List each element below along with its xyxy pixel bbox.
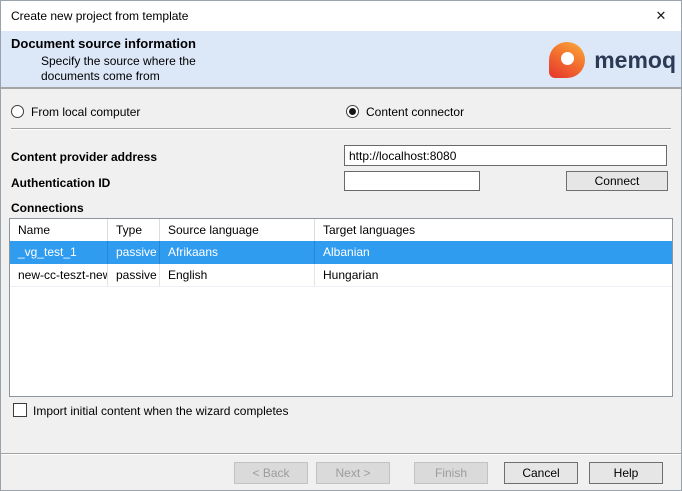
- table-header-row: Name Type Source language Target languag…: [10, 219, 672, 241]
- back-button[interactable]: < Back: [234, 462, 308, 484]
- radio-from-local-computer-label[interactable]: From local computer: [31, 106, 140, 119]
- memoq-q-icon: [549, 42, 585, 78]
- cell-source-language[interactable]: Afrikaans: [160, 241, 315, 264]
- cell-type[interactable]: passive: [108, 241, 160, 264]
- table-row[interactable]: _vg_test_1 passive Afrikaans Albanian: [10, 241, 672, 264]
- dialog-window: Create new project from template ✕ Docum…: [0, 0, 682, 491]
- column-header-type[interactable]: Type: [108, 219, 160, 241]
- window-title: Create new project from template: [11, 9, 188, 23]
- connections-table[interactable]: Name Type Source language Target languag…: [9, 218, 673, 397]
- section-divider-top: [11, 128, 671, 129]
- column-header-target-languages[interactable]: Target languages: [315, 219, 672, 241]
- content-provider-address-label: Content provider address: [11, 150, 157, 164]
- column-header-source-language[interactable]: Source language: [160, 219, 315, 241]
- finish-button[interactable]: Finish: [414, 462, 488, 484]
- connect-button[interactable]: Connect: [566, 171, 668, 191]
- cell-target-languages[interactable]: Hungarian: [315, 264, 672, 286]
- table-row[interactable]: new-cc-teszt-new passive English Hungari…: [10, 264, 672, 287]
- section-divider-bottom: [1, 453, 681, 454]
- authentication-id-label: Authentication ID: [11, 176, 110, 190]
- import-initial-content-checkbox[interactable]: [13, 403, 27, 417]
- memoq-logo-text: memoq: [594, 47, 676, 74]
- cell-name[interactable]: new-cc-teszt-new: [10, 264, 108, 286]
- help-button[interactable]: Help: [589, 462, 663, 484]
- content-provider-address-input[interactable]: [344, 145, 667, 166]
- wizard-header: Document source information Specify the …: [1, 31, 681, 89]
- radio-content-connector-label[interactable]: Content connector: [366, 106, 464, 119]
- memoq-logo: memoq: [549, 42, 676, 78]
- cancel-button[interactable]: Cancel: [504, 462, 578, 484]
- cell-type[interactable]: passive: [108, 264, 160, 286]
- next-button[interactable]: Next >: [316, 462, 390, 484]
- import-initial-content-label[interactable]: Import initial content when the wizard c…: [33, 404, 288, 418]
- cell-name[interactable]: _vg_test_1: [10, 241, 108, 264]
- column-header-name[interactable]: Name: [10, 219, 108, 241]
- page-title: Document source information: [11, 36, 196, 51]
- close-icon[interactable]: ✕: [647, 4, 675, 28]
- radio-from-local-computer[interactable]: [11, 105, 24, 118]
- cell-source-language[interactable]: English: [160, 264, 315, 286]
- cell-target-languages[interactable]: Albanian: [315, 241, 672, 264]
- radio-content-connector[interactable]: [346, 105, 359, 118]
- authentication-id-input[interactable]: [344, 171, 480, 191]
- connections-label: Connections: [11, 201, 84, 215]
- page-subtitle: Specify the source where the documents c…: [41, 54, 196, 84]
- title-bar: Create new project from template ✕: [1, 1, 681, 31]
